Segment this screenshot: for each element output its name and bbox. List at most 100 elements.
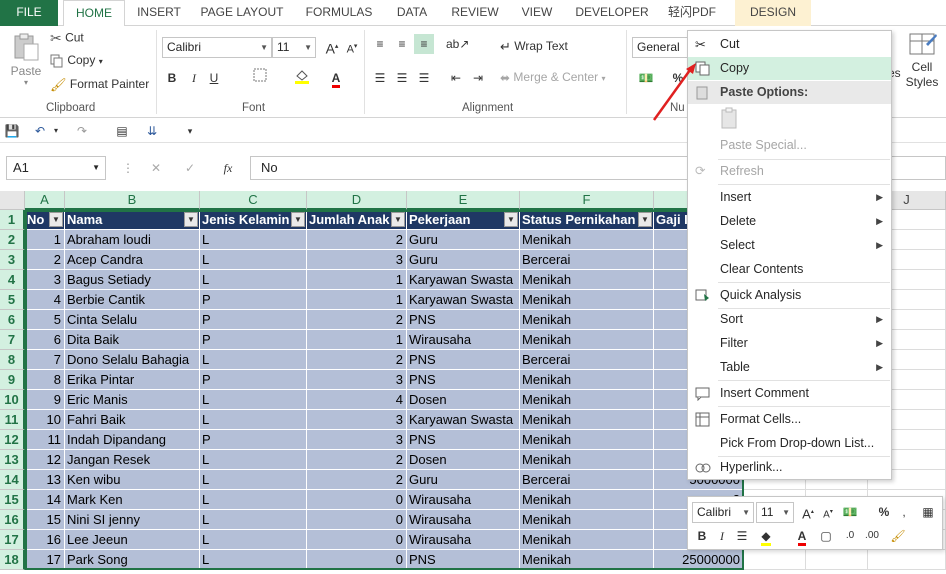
row-header[interactable]: 4 — [0, 270, 25, 290]
enter-icon[interactable]: ✓ — [180, 158, 200, 178]
table-cell[interactable]: L — [200, 550, 307, 570]
table-cell[interactable]: 1 — [307, 290, 407, 310]
row-header[interactable]: 18 — [0, 550, 25, 570]
table-cell[interactable]: Jangan Resek — [65, 450, 200, 470]
row-header[interactable]: 1 — [0, 210, 25, 230]
table-cell[interactable]: L — [200, 510, 307, 530]
table-cell[interactable]: 1 — [307, 270, 407, 290]
empty-cell[interactable] — [744, 550, 806, 570]
table-cell[interactable]: Menikah — [520, 370, 654, 390]
table-cell[interactable]: Dita Baik — [65, 330, 200, 350]
table-cell[interactable]: Karyawan Swasta — [407, 270, 520, 290]
table-header-cell[interactable]: Pekerjaan ▼ — [407, 210, 520, 230]
align-top-button[interactable]: ≡ — [370, 34, 390, 54]
tab-view[interactable]: VIEW — [512, 0, 562, 26]
filter-dropdown-icon[interactable]: ▼ — [391, 212, 405, 227]
table-cell[interactable]: Wirausaha — [407, 490, 520, 510]
sort-icon[interactable]: ⇊ — [142, 121, 162, 141]
menu-item-pick-list[interactable]: Pick From Drop-down List... — [688, 432, 891, 455]
undo-dropdown-icon[interactable]: ▾ — [46, 121, 66, 141]
filter-dropdown-icon[interactable]: ▼ — [638, 212, 652, 227]
table-cell[interactable]: Menikah — [520, 270, 654, 290]
insert-function-icon[interactable]: fx — [218, 158, 238, 178]
increase-font-button[interactable]: A▴ — [322, 37, 342, 57]
table-cell[interactable]: Guru — [407, 230, 520, 250]
table-cell[interactable]: PNS — [407, 550, 520, 570]
table-cell[interactable]: 2 — [25, 250, 65, 270]
table-cell[interactable]: 6 — [25, 330, 65, 350]
tab-home[interactable]: HOME — [63, 0, 125, 27]
empty-cell[interactable] — [806, 550, 868, 570]
column-header-e[interactable]: E — [407, 191, 520, 210]
row-header[interactable]: 14 — [0, 470, 25, 490]
align-right-button[interactable]: ☰ — [414, 68, 434, 88]
table-cell[interactable]: L — [200, 250, 307, 270]
row-header[interactable]: 12 — [0, 430, 25, 450]
table-cell[interactable]: Bercerai — [520, 470, 654, 490]
filter-dropdown-icon[interactable]: ▼ — [291, 212, 305, 227]
table-cell[interactable]: 3 — [307, 370, 407, 390]
row-header[interactable]: 6 — [0, 310, 25, 330]
row-header[interactable]: 3 — [0, 250, 25, 270]
table-cell[interactable]: 0 — [307, 490, 407, 510]
row-header[interactable]: 2 — [0, 230, 25, 250]
table-cell[interactable]: 0 — [307, 550, 407, 570]
table-cell[interactable]: 3 — [25, 270, 65, 290]
table-cell[interactable]: P — [200, 290, 307, 310]
table-cell[interactable]: Fahri Baik — [65, 410, 200, 430]
mini-bold-button[interactable]: B — [692, 526, 712, 546]
table-cell[interactable]: Mark Ken — [65, 490, 200, 510]
table-cell[interactable]: L — [200, 390, 307, 410]
table-cell[interactable]: Karyawan Swasta — [407, 410, 520, 430]
menu-item-quick-analysis[interactable]: Quick Analysis — [688, 284, 891, 307]
row-header[interactable]: 16 — [0, 510, 25, 530]
cancel-icon[interactable]: ✕ — [146, 158, 166, 178]
tab-page-layout[interactable]: PAGE LAYOUT — [196, 0, 288, 26]
mini-paintbrush-icon[interactable]: 🖌 — [888, 526, 908, 546]
tab-data[interactable]: DATA — [388, 0, 436, 26]
mini-increase-decimal-button[interactable]: .0 — [840, 526, 860, 546]
table-cell[interactable]: 13 — [25, 470, 65, 490]
mini-format-table-icon[interactable]: ▦ — [918, 502, 938, 522]
menu-item-select[interactable]: Select ▶ — [688, 234, 891, 257]
table-cell[interactable]: L — [200, 490, 307, 510]
merge-center-button[interactable]: ⬌ Merge & Center ▾ — [500, 70, 605, 85]
column-header-b[interactable]: B — [65, 191, 200, 210]
table-cell[interactable]: Menikah — [520, 510, 654, 530]
tab-formulas[interactable]: FORMULAS — [298, 0, 380, 26]
table-cell[interactable]: Menikah — [520, 330, 654, 350]
menu-item-refresh[interactable]: ⟳ Refresh — [688, 160, 891, 183]
table-cell[interactable]: Ken wibu — [65, 470, 200, 490]
column-header-a[interactable]: A — [25, 191, 65, 210]
table-cell[interactable]: L — [200, 230, 307, 250]
number-format-combo[interactable]: General — [632, 37, 688, 58]
menu-item-insert-comment[interactable]: Insert Comment — [688, 382, 891, 405]
increase-indent-button[interactable]: ⇥ — [468, 68, 488, 88]
table-cell[interactable]: 1 — [307, 330, 407, 350]
table-cell[interactable]: 7 — [25, 350, 65, 370]
table-cell[interactable]: 8 — [25, 370, 65, 390]
customize-qat-icon[interactable]: ▾ — [180, 121, 200, 141]
table-cell[interactable]: PNS — [407, 310, 520, 330]
align-bottom-button[interactable]: ≡ — [414, 34, 434, 54]
decrease-indent-button[interactable]: ⇤ — [446, 68, 466, 88]
table-cell[interactable]: Dono Selalu Bahagia — [65, 350, 200, 370]
table-cell[interactable]: L — [200, 410, 307, 430]
mini-fill-color-button[interactable]: ◆ — [756, 526, 776, 546]
mini-decrease-font-button[interactable]: A▾ — [818, 502, 838, 522]
cut-button[interactable]: ✂ Cut — [50, 30, 84, 47]
column-header-f[interactable]: F — [520, 191, 654, 210]
name-box[interactable]: A1 ▼ — [6, 156, 106, 180]
table-cell[interactable]: 25000000 — [654, 550, 744, 570]
align-middle-button[interactable]: ≡ — [392, 34, 412, 54]
table-cell[interactable]: PNS — [407, 430, 520, 450]
table-cell[interactable]: L — [200, 270, 307, 290]
table-cell[interactable]: Cinta Selalu — [65, 310, 200, 330]
filter-dropdown-icon[interactable]: ▼ — [184, 212, 198, 227]
table-cell[interactable]: 15 — [25, 510, 65, 530]
mini-comma-style-button[interactable]: , — [894, 502, 914, 522]
menu-item-cut[interactable]: ✂ Cut — [688, 33, 891, 56]
menu-item-sort[interactable]: Sort ▶ — [688, 308, 891, 331]
column-header-d[interactable]: D — [307, 191, 407, 210]
copy-button[interactable]: Copy ▾ — [50, 53, 103, 68]
